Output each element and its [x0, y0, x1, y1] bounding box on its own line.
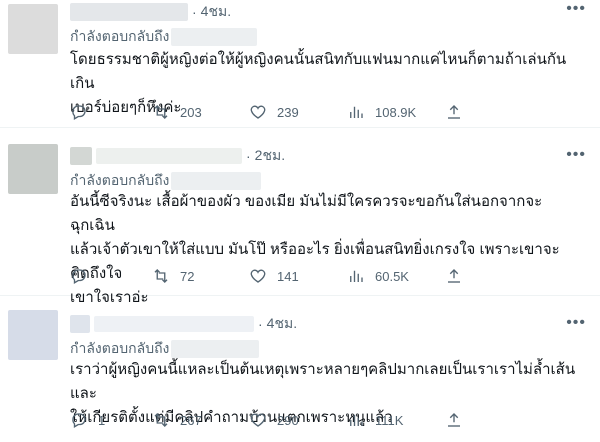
retweet-button[interactable]: 72 [152, 267, 249, 285]
share-button[interactable] [445, 267, 475, 285]
replying-to-label: กำลังตอบกลับถึง [70, 340, 170, 356]
reply-icon [72, 413, 86, 428]
more-dots-icon[interactable]: ••• [566, 1, 586, 17]
reply-card[interactable]: · 4ชม. ••• กำลังตอบกลับถึง เราว่าผู้หญิง… [0, 296, 600, 442]
replying-to: กำลังตอบกลับถึง [70, 26, 258, 48]
timestamp[interactable]: 4ชม. [201, 1, 231, 23]
like-count: 290 [277, 412, 299, 428]
reply-header: · 2ชม. [70, 146, 285, 166]
replying-to: กำลังตอบกลับถึง [70, 338, 260, 360]
reply-button[interactable]: 1 [70, 411, 152, 429]
replying-to-handle-blurred[interactable] [171, 28, 258, 46]
retweet-icon [154, 413, 168, 427]
retweet-icon [154, 105, 168, 119]
share-icon [448, 105, 460, 119]
retweet-count: 203 [180, 104, 202, 120]
like-button[interactable]: 141 [249, 267, 347, 285]
heart-icon [250, 269, 266, 283]
replying-to-label: กำลังตอบกลับถึง [70, 172, 170, 188]
avatar[interactable] [8, 4, 58, 54]
share-icon [448, 413, 460, 427]
like-button[interactable]: 239 [249, 103, 347, 121]
replying-to-handle-blurred[interactable] [171, 340, 260, 358]
more-dots-icon[interactable]: ••• [566, 147, 586, 163]
reply-card[interactable]: · 4ชม. ••• กำลังตอบกลับถึง โดยธรรมชาติผู… [0, 0, 600, 128]
avatar[interactable] [8, 310, 58, 360]
views-chart-icon [350, 414, 363, 426]
share-icon [448, 269, 460, 283]
like-count: 141 [277, 268, 299, 284]
reply-count: 1 [98, 412, 106, 428]
username-blurred[interactable] [70, 147, 92, 165]
views-button[interactable]: 111K [347, 411, 445, 429]
share-button[interactable] [445, 103, 475, 121]
replying-to-label: กำลังตอบกลับถึง [70, 28, 170, 44]
heart-icon [250, 105, 266, 119]
heart-icon [250, 413, 266, 427]
replying-to-handle-blurred[interactable] [171, 172, 262, 190]
retweet-button[interactable]: 267 [152, 411, 249, 429]
handle-blurred[interactable] [96, 148, 242, 164]
avatar[interactable] [8, 144, 58, 194]
views-chart-icon [350, 270, 363, 282]
username-blurred[interactable] [70, 3, 188, 21]
reply-icon [72, 269, 86, 284]
reply-icon [72, 105, 86, 120]
action-bar: 203 239 108.9K [70, 102, 586, 122]
more-dots-icon[interactable]: ••• [566, 315, 586, 331]
view-count: 111K [375, 412, 404, 428]
like-count: 239 [277, 104, 299, 120]
share-button[interactable] [445, 411, 475, 429]
reply-button[interactable] [70, 103, 152, 121]
username-blurred[interactable] [70, 315, 90, 333]
views-button[interactable]: 108.9K [347, 103, 445, 121]
views-button[interactable]: 60.5K [347, 267, 445, 285]
retweet-count: 267 [180, 412, 202, 428]
action-bar: 1 267 290 111K [70, 410, 586, 430]
reply-header: · 4ชม. [70, 314, 297, 334]
reply-button[interactable] [70, 267, 152, 285]
retweet-icon [154, 269, 168, 283]
reply-text: อันนี้ซีจริงนะ เสื้อผ้าของผัว ของเมีย มั… [70, 193, 560, 306]
reply-header: · 4ชม. [70, 2, 231, 22]
retweet-count: 72 [180, 268, 195, 284]
timestamp[interactable]: 4ชม. [267, 313, 297, 335]
handle-blurred[interactable] [94, 316, 254, 332]
like-button[interactable]: 290 [249, 411, 347, 429]
action-bar: 72 141 60.5K [70, 266, 586, 286]
retweet-button[interactable]: 203 [152, 103, 249, 121]
reply-card[interactable]: · 2ชม. ••• กำลังตอบกลับถึง อันนี้ซีจริงน… [0, 128, 600, 306]
view-count: 108.9K [375, 104, 417, 120]
views-chart-icon [350, 106, 363, 118]
timestamp[interactable]: 2ชม. [255, 145, 285, 167]
replying-to: กำลังตอบกลับถึง [70, 170, 262, 192]
view-count: 60.5K [375, 268, 409, 284]
